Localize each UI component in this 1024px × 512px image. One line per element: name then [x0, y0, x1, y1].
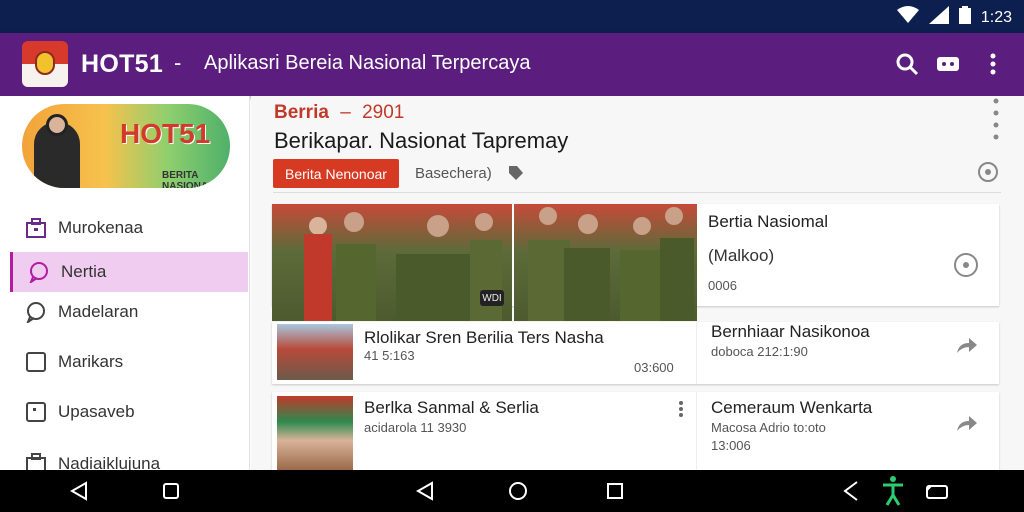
accessibility-button[interactable] [878, 475, 908, 507]
news-row-title: Rlolikar Sren Berilia Ters Nasha [364, 328, 604, 347]
sidebar-item-label: Nertia [61, 262, 107, 281]
section-header: Berria – 2901 [274, 102, 404, 124]
system-navigation-bar [0, 470, 1024, 512]
featured-subtitle: (Malkoo) [708, 246, 775, 265]
back-icon [70, 481, 87, 501]
featured-photo-badge: WDI [480, 290, 504, 306]
chevron-left-icon [843, 481, 858, 501]
recents-button[interactable] [602, 479, 628, 503]
featured-title: Bertia Nasiomal [708, 212, 828, 231]
sidebar-item-label: Murokenaa [58, 218, 144, 237]
section-number: 2901 [362, 102, 405, 123]
news-row-side-panel: Cemeraum Wenkarta Macosa Adrio to:oto 13… [696, 392, 999, 470]
app-tagline: Aplikasri Bereia Nasional Terpercaya [204, 52, 531, 74]
message-icon [937, 57, 959, 71]
news-row-side-meta: Macosa Adrio to:oto [711, 420, 826, 435]
status-time: 1:23 [980, 8, 1012, 26]
sidebar-item-upasaveb[interactable]: Upasaveb [10, 392, 248, 432]
square-icon [607, 483, 623, 499]
message-button[interactable] [933, 49, 963, 79]
signal-icon [928, 6, 949, 29]
battery-icon [958, 6, 971, 29]
chat-bubble-icon [27, 260, 51, 284]
status-bar: 1:23 [0, 0, 1024, 33]
note-icon [24, 400, 48, 424]
accessibility-icon [883, 476, 903, 506]
category-subtext: Basechera) [415, 165, 492, 182]
news-row-side-meta: doboca 212:1:90 [711, 344, 808, 359]
drawer-banner[interactable]: HOT51 BERITA NASIONAL [22, 104, 230, 188]
share-icon[interactable] [952, 408, 982, 438]
sidebar-item-nadiaiklujuna[interactable]: Nadiaiklujuna [10, 444, 248, 470]
news-row-side-panel: Bernhiaar Nasikonoa doboca 212:1:90 [696, 322, 999, 384]
tag-icon[interactable] [501, 158, 531, 188]
calendar-icon [24, 452, 48, 470]
search-icon [896, 53, 919, 76]
more-vert-icon [990, 53, 996, 75]
news-row-meta: 41 5:163 [364, 348, 415, 363]
sidebar-item-madelaran[interactable]: Madelaran [10, 292, 248, 332]
banner-title: HOT51 [120, 118, 211, 149]
news-row-thumbnail [277, 324, 353, 380]
sidebar-item-label: Nadiaiklujuna [58, 454, 161, 470]
news-row-thumbnail [277, 396, 353, 470]
back-button-center[interactable] [412, 479, 438, 503]
square-icon [24, 350, 48, 374]
app-bar: HOT51 - Aplikasri Bereia Nasional Terper… [0, 33, 1024, 96]
news-row-stat: 03:600 [634, 360, 674, 375]
news-row-side-title: Bernhiaar Nasikonoa [711, 322, 870, 341]
section-label: Berria [274, 102, 329, 123]
featured-photo-right [514, 204, 697, 321]
settings-icon[interactable] [973, 157, 1003, 187]
banner-subtitle: BERITA NASIONAL [162, 170, 215, 188]
app-title-separator: - [174, 50, 182, 75]
news-list-row-1[interactable]: Rlolikar Sren Berilia Ters Nasha 41 5:16… [272, 322, 999, 384]
sidebar-item-marikars[interactable]: Marikars [10, 342, 248, 382]
news-row-meta: acidarola 11 3930 [364, 420, 467, 435]
section-headline: Berikapar. Nasionat Tapremay [274, 128, 569, 153]
home-icon [509, 482, 527, 500]
sidebar-item-murokenaa[interactable]: Murokenaa [10, 208, 248, 248]
play-icon[interactable] [951, 250, 981, 280]
wifi-icon [896, 6, 919, 29]
keyboard-switch-button[interactable] [924, 479, 950, 503]
featured-photo-left [272, 204, 512, 321]
overflow-menu-button[interactable] [978, 49, 1008, 79]
more-vert-icon[interactable] [666, 394, 696, 424]
keyboard-icon [926, 485, 948, 499]
news-row-side-title: Cemeraum Wenkarta [711, 398, 873, 417]
featured-meta: 0006 [708, 278, 737, 293]
back-button[interactable] [66, 479, 92, 503]
app-name: HOT51 [81, 50, 164, 78]
home-button[interactable] [505, 479, 531, 503]
sidebar-item-nertia[interactable]: Nertia [10, 252, 248, 292]
app-logo[interactable] [22, 41, 68, 87]
sidebar-item-label: Upasaveb [58, 402, 135, 421]
more-vert-icon[interactable] [981, 98, 1011, 140]
share-icon[interactable] [952, 330, 982, 360]
section-dash: – [340, 102, 351, 123]
navigation-drawer: HOT51 BERITA NASIONAL Murokenaa Nertia M… [0, 96, 250, 470]
comment-icon [24, 300, 48, 324]
search-button[interactable] [892, 49, 922, 79]
nav-back-chevron-button[interactable] [838, 479, 864, 503]
main-content: Berria – 2901 Berikapar. Nasionat Taprem… [251, 96, 1024, 470]
recents-button-left[interactable] [158, 479, 184, 503]
back-icon [416, 481, 433, 501]
news-list-row-2[interactable]: Berlka Sanmal & Serlia acidarola 11 3930… [272, 392, 999, 470]
square-icon [163, 483, 179, 499]
category-chip[interactable]: Berita Nenonoar [273, 159, 399, 188]
featured-news-card[interactable]: WDI Bertia Nasiomal (Malkoo) 0006 [272, 204, 999, 321]
section-divider [273, 192, 1001, 193]
sidebar-item-label: Marikars [58, 352, 124, 371]
banner-person-head [46, 114, 68, 136]
briefcase-icon [24, 216, 48, 240]
sidebar-item-label: Madelaran [58, 302, 139, 321]
news-row-side-meta-2: 13:006 [711, 438, 751, 453]
news-row-title: Berlka Sanmal & Serlia [364, 398, 539, 417]
